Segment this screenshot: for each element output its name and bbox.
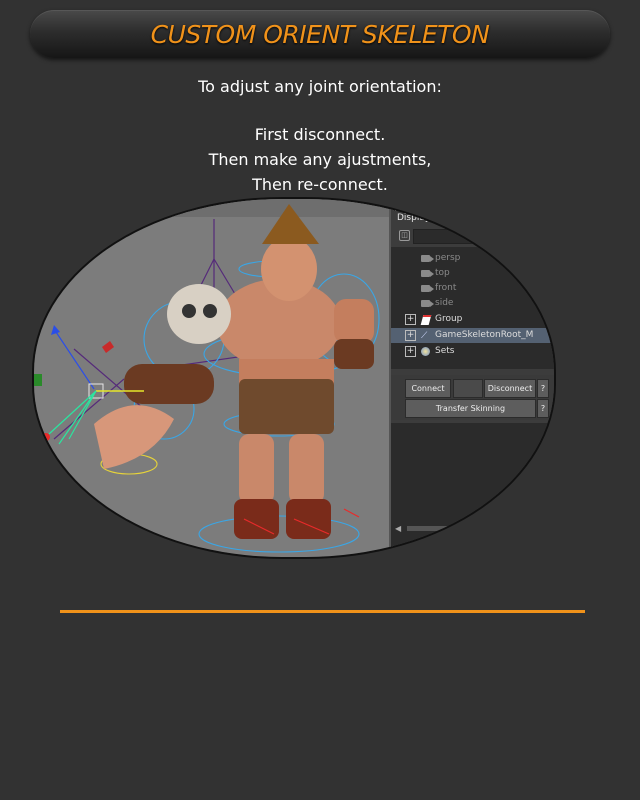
- expand-icon[interactable]: +: [405, 346, 416, 357]
- outliner-search-input[interactable]: [413, 229, 554, 244]
- connect-button[interactable]: Connect: [405, 379, 451, 398]
- connect-help-button[interactable]: ?: [537, 379, 549, 398]
- list-item[interactable]: + Sets: [391, 344, 554, 359]
- spacer-field: [453, 379, 483, 398]
- list-item-label: front: [435, 283, 457, 293]
- list-item-label: GameSkeletonRoot_M: [435, 330, 534, 340]
- list-item[interactable]: top: [391, 266, 554, 281]
- instruction-step-2: Then make any ajustments,: [208, 150, 432, 169]
- skeleton-tools-panel: Connect Disconnect ? Transfer Skinning ?: [391, 375, 554, 420]
- camera-icon: [421, 300, 434, 307]
- expand-icon[interactable]: +: [405, 314, 416, 325]
- camera-icon: [421, 255, 434, 262]
- list-item[interactable]: side: [391, 296, 554, 311]
- outliner-empty-area: [391, 423, 554, 551]
- outliner-panel: Outliner Display Show Help ◫ persp top f…: [389, 199, 554, 557]
- menu-help[interactable]: Help: [474, 213, 495, 223]
- menu-show[interactable]: Show: [440, 213, 464, 223]
- list-item[interactable]: front: [391, 281, 554, 296]
- joint-icon: ⟋: [421, 331, 428, 341]
- maya-viewport-screenshot: Outliner Display Show Help ◫ persp top f…: [32, 197, 556, 559]
- list-item-selected[interactable]: + ⟋ GameSkeletonRoot_M: [391, 328, 554, 343]
- instruction-intro: To adjust any joint orientation:: [198, 77, 442, 96]
- list-item-label: Sets: [435, 346, 455, 356]
- transfer-help-button[interactable]: ?: [537, 399, 549, 418]
- camera-icon: [421, 285, 434, 292]
- horizontal-scrollbar[interactable]: [407, 526, 546, 531]
- scroll-left-icon[interactable]: ◀: [395, 524, 401, 533]
- select-icon[interactable]: ◫: [399, 230, 410, 241]
- outliner-menu-bar: Display Show Help: [397, 213, 495, 223]
- list-item-label: side: [435, 298, 454, 308]
- outliner-toolbar: ◫: [395, 229, 554, 244]
- list-item-label: top: [435, 268, 450, 278]
- instruction-step-3: Then re-connect.: [252, 175, 388, 194]
- camera-icon: [421, 270, 434, 277]
- menu-display[interactable]: Display: [397, 213, 430, 223]
- list-item[interactable]: persp: [391, 251, 554, 266]
- list-item-label: persp: [435, 253, 461, 263]
- list-item[interactable]: + Group: [391, 312, 554, 327]
- group-icon: [420, 315, 432, 325]
- page-title: CUSTOM ORIENT SKELETON: [150, 20, 490, 49]
- list-item-label: Group: [435, 314, 463, 324]
- expand-icon[interactable]: +: [405, 330, 416, 341]
- outliner-title-bar: Outliner: [395, 199, 554, 211]
- sets-icon: [421, 347, 430, 356]
- disconnect-button[interactable]: Disconnect: [484, 379, 536, 398]
- accent-divider: [60, 610, 585, 613]
- instruction-step-1: First disconnect.: [254, 125, 386, 144]
- transfer-skinning-button[interactable]: Transfer Skinning: [405, 399, 536, 418]
- outliner-list: persp top front side + Group + ⟋ GameSke…: [391, 247, 554, 369]
